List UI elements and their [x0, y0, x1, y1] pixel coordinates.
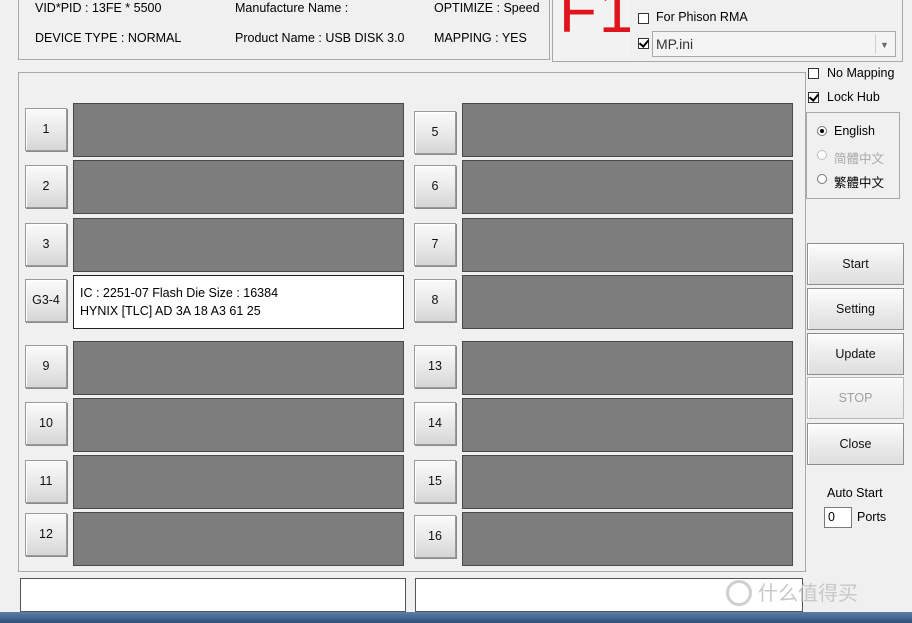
port-button-2[interactable]: 2 [25, 165, 67, 208]
watermark-text: 什么值得买 [758, 583, 858, 605]
device-type-text: DEVICE TYPE : NORMAL [35, 31, 182, 45]
update-button[interactable]: Update [807, 333, 904, 375]
language-label-traditional: 繁體中文 [834, 176, 885, 190]
language-label-english: English [834, 124, 875, 138]
status-field-left [20, 578, 406, 612]
vid-pid-text: VID*PID : 13FE * 5500 [35, 1, 162, 15]
port-status-12 [73, 512, 404, 566]
language-radio-english[interactable] [817, 126, 827, 136]
optimize-text: OPTIMIZE : Speed [434, 1, 540, 15]
port-status-14 [462, 398, 793, 452]
port-status-16 [462, 512, 793, 566]
status-logo: F1 [552, 0, 632, 62]
language-label-simplified: 简體中文 [834, 152, 885, 166]
language-radio-traditional[interactable] [817, 174, 827, 184]
auto-start-ports-input[interactable]: 0 [824, 507, 852, 528]
watermark: 什么值得买 [726, 574, 906, 614]
port-button-13[interactable]: 13 [414, 345, 456, 388]
port-status-5 [462, 103, 793, 157]
ini-checkbox[interactable] [638, 38, 649, 49]
port-status-3 [73, 218, 404, 272]
port-button-11[interactable]: 11 [25, 460, 67, 503]
ports-panel: 1 2 3 G3-4 IC : 2251-07 Flash Die Size :… [18, 72, 806, 572]
stop-button[interactable]: STOP [807, 377, 904, 419]
auto-start-label: Auto Start [827, 486, 883, 500]
manufacture-name-text: Manufacture Name : [235, 1, 349, 15]
port-status-13 [462, 341, 793, 395]
no-mapping-label: No Mapping [827, 66, 895, 80]
ports-unit-label: Ports [857, 510, 887, 524]
no-mapping-checkbox[interactable] [808, 68, 819, 79]
phison-rma-label: For Phison RMA [656, 10, 748, 24]
port-button-5[interactable]: 5 [414, 111, 456, 154]
port-button-10[interactable]: 10 [25, 402, 67, 445]
port-button-8[interactable]: 8 [414, 279, 456, 322]
close-button[interactable]: Close [807, 423, 904, 465]
port-button-1[interactable]: 1 [25, 108, 67, 151]
port-button-3[interactable]: 3 [25, 223, 67, 266]
product-name-text: Product Name : USB DISK 3.0 [235, 31, 405, 45]
port-button-14[interactable]: 14 [414, 402, 456, 445]
port-status-10 [73, 398, 404, 452]
language-group: English 简體中文 繁體中文 [806, 112, 900, 199]
port-button-7[interactable]: 7 [414, 223, 456, 266]
lock-hub-checkbox[interactable] [808, 92, 819, 103]
port-status-1 [73, 103, 404, 157]
language-radio-simplified[interactable] [817, 150, 827, 160]
port-status-11 [73, 455, 404, 509]
port-button-6[interactable]: 6 [414, 165, 456, 208]
port-status-7 [462, 218, 793, 272]
rma-options-panel: For Phison RMA MP.ini ▼ [630, 0, 903, 62]
flash-id-text: HYNIX [TLC] AD 3A 18 A3 61 25 [80, 304, 261, 318]
phison-rma-checkbox[interactable] [638, 13, 649, 24]
port-status-2 [73, 160, 404, 214]
port-button-g3-4[interactable]: G3-4 [25, 279, 67, 322]
port-status-g3-4: IC : 2251-07 Flash Die Size : 16384 HYNI… [73, 275, 404, 329]
port-button-9[interactable]: 9 [25, 345, 67, 388]
start-button[interactable]: Start [807, 243, 904, 285]
port-status-9 [73, 341, 404, 395]
port-status-8 [462, 275, 793, 329]
ini-file-select[interactable]: MP.ini ▼ [652, 31, 896, 57]
port-button-15[interactable]: 15 [414, 460, 456, 503]
watermark-logo-icon [726, 579, 752, 606]
ini-file-value: MP.ini [656, 36, 694, 52]
port-status-6 [462, 160, 793, 214]
port-status-15 [462, 455, 793, 509]
device-info-panel: VID*PID : 13FE * 5500 Manufacture Name :… [18, 0, 550, 60]
logo-text: F1 [559, 0, 632, 46]
mapping-text: MAPPING : YES [434, 31, 527, 45]
port-button-12[interactable]: 12 [25, 513, 67, 556]
chevron-down-icon[interactable]: ▼ [875, 34, 893, 54]
lock-hub-label: Lock Hub [827, 90, 880, 104]
ic-info-text: IC : 2251-07 Flash Die Size : 16384 [80, 286, 279, 300]
setting-button[interactable]: Setting [807, 288, 904, 330]
port-button-16[interactable]: 16 [414, 515, 456, 558]
